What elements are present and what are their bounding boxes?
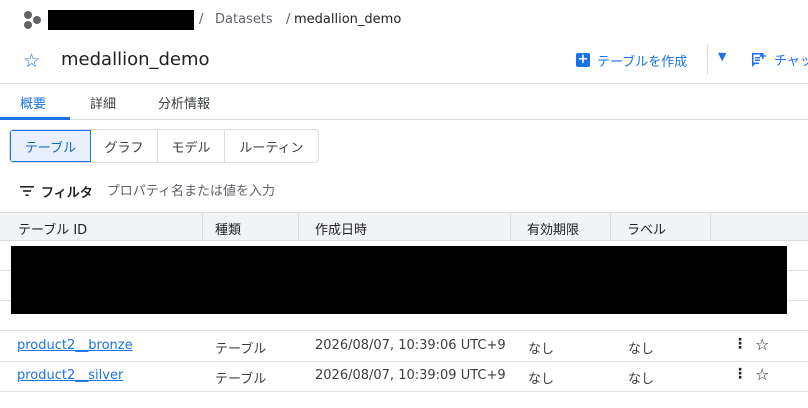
row-divider <box>0 391 808 392</box>
filter-input[interactable] <box>106 183 357 199</box>
dataset-header: ☆ medallion_demo + テーブルを作成 ▼ チャット <box>0 42 808 84</box>
table-type-cell: テーブル <box>215 372 267 387</box>
column-divider <box>710 213 711 241</box>
labels-cell: なし <box>628 342 655 357</box>
column-header-labels[interactable]: ラベル <box>627 219 666 238</box>
table-row: product2__silver テーブル 2026/08/07, 10:39:… <box>0 361 808 391</box>
tab-overview[interactable]: 概要 <box>20 93 46 112</box>
redacted-rows <box>11 246 787 314</box>
column-divider <box>298 213 299 241</box>
chat-add-icon <box>752 52 766 67</box>
tab-insights[interactable]: 分析情報 <box>158 93 210 112</box>
breadcrumb-current: medallion_demo <box>294 12 402 27</box>
segment-models[interactable]: モデル <box>158 130 225 162</box>
filter-bar: フィルタ <box>20 181 357 201</box>
star-icon[interactable]: ☆ <box>755 366 769 384</box>
tab-bar: 概要 詳細 分析情報 <box>0 84 808 120</box>
create-table-label: テーブルを作成 <box>597 54 688 70</box>
column-header-created[interactable]: 作成日時 <box>315 219 367 238</box>
column-header-type[interactable]: 種類 <box>215 219 241 238</box>
star-icon[interactable]: ☆ <box>755 336 769 354</box>
table-row: product2__bronze テーブル 2026/08/07, 10:39:… <box>0 331 808 361</box>
tab-details[interactable]: 詳細 <box>90 93 116 112</box>
filter-icon <box>20 186 34 196</box>
share-chat-label: チャット <box>774 54 808 69</box>
expiry-cell: なし <box>528 342 555 357</box>
favorite-star-icon[interactable]: ☆ <box>23 51 40 71</box>
page-title: medallion_demo <box>61 49 210 70</box>
segment-graphs[interactable]: グラフ <box>91 130 158 162</box>
expiry-cell: なし <box>528 372 555 387</box>
labels-cell: なし <box>628 372 655 387</box>
table-type-cell: テーブル <box>215 342 267 357</box>
column-divider <box>510 213 511 241</box>
table-id-link[interactable]: product2__bronze <box>17 338 133 353</box>
column-divider <box>202 213 203 241</box>
resource-type-segmented-control: テーブル グラフ モデル ルーティン <box>9 129 319 163</box>
share-chat-button[interactable]: チャット <box>750 50 808 69</box>
table-id-link[interactable]: product2__silver <box>17 368 123 383</box>
breadcrumb-separator: / <box>286 12 291 27</box>
more-vert-icon[interactable]: ⋮ <box>733 336 747 352</box>
create-table-button[interactable]: + テーブルを作成 <box>576 50 687 70</box>
filter-label: フィルタ <box>41 185 93 201</box>
breadcrumb-datasets-link[interactable]: Datasets <box>215 12 273 27</box>
chevron-down-icon[interactable]: ▼ <box>718 50 726 63</box>
column-header-expiry[interactable]: 有効期限 <box>527 219 579 238</box>
created-cell: 2026/08/07, 10:39:06 UTC+9 <box>315 338 506 353</box>
table-header: テーブル ID 種類 作成日時 有効期限 ラベル <box>0 212 808 241</box>
segment-routines[interactable]: ルーティン <box>225 130 318 162</box>
column-header-table-id[interactable]: テーブル ID <box>18 219 87 238</box>
active-tab-indicator <box>0 117 70 120</box>
toolbar-divider <box>707 44 708 74</box>
created-cell: 2026/08/07, 10:39:09 UTC+9 <box>315 368 506 383</box>
add-box-icon: + <box>576 52 590 67</box>
bigquery-logo-icon <box>24 11 41 29</box>
breadcrumb: / Datasets / medallion_demo <box>0 0 808 42</box>
segment-tables[interactable]: テーブル <box>10 130 91 162</box>
more-vert-icon[interactable]: ⋮ <box>733 366 747 382</box>
redacted-project-name <box>48 10 194 30</box>
column-divider <box>610 213 611 241</box>
breadcrumb-separator: / <box>199 12 204 27</box>
